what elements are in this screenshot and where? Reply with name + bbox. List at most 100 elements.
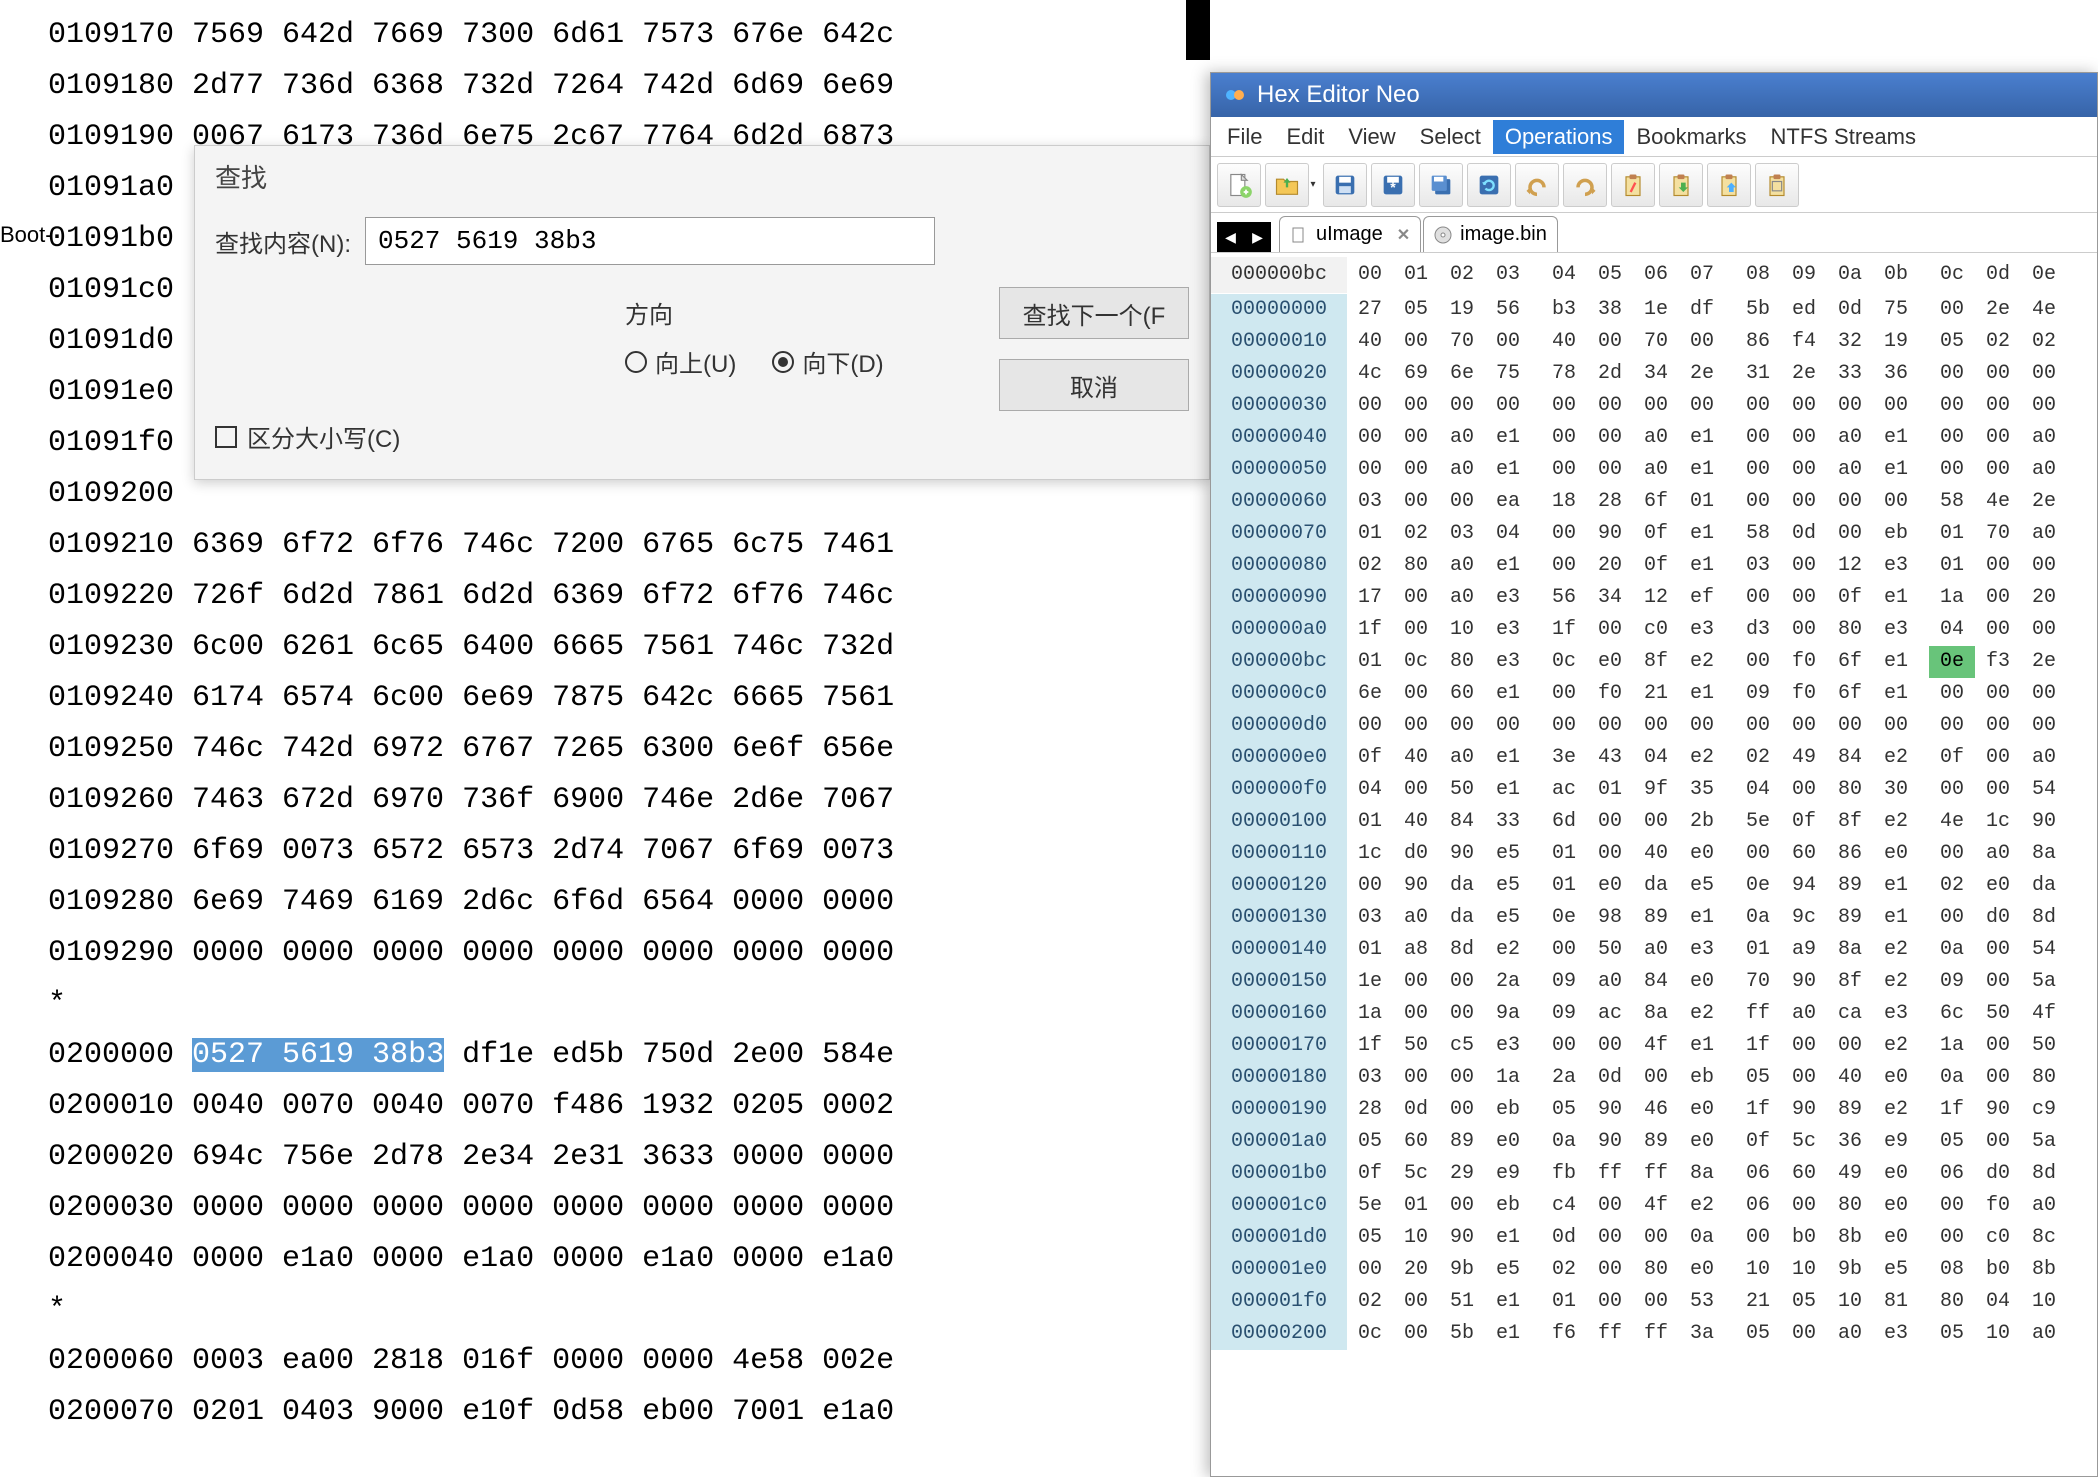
hex-cell[interactable]: 1e [1633, 294, 1679, 326]
hex-cell[interactable]: 35 [1679, 774, 1725, 806]
hex-cell[interactable]: 00 [1929, 454, 1975, 486]
hex-cell[interactable]: 90 [1587, 1094, 1633, 1126]
hex-cell[interactable]: 1a [1929, 1030, 1975, 1062]
hex-cell[interactable]: 00 [1975, 614, 2021, 646]
menu-view[interactable]: View [1336, 120, 1407, 154]
hex-cell[interactable]: e2 [1873, 1094, 1919, 1126]
hex-cell[interactable]: 70 [1975, 518, 2021, 550]
hex-cell[interactable]: a0 [1781, 998, 1827, 1030]
hex-cell[interactable]: 12 [1633, 582, 1679, 614]
hex-cell[interactable]: e1 [1873, 422, 1919, 454]
hex-cell[interactable]: a0 [1827, 1318, 1873, 1350]
hex-cell[interactable]: 90 [1393, 870, 1439, 902]
hex-cell[interactable]: 60 [1393, 1126, 1439, 1158]
hex-cell[interactable]: e5 [1485, 870, 1531, 902]
hex-cell[interactable]: 05 [1393, 294, 1439, 326]
hex-cell[interactable]: 00 [1781, 550, 1827, 582]
hex-cell[interactable]: 0d [1541, 1222, 1587, 1254]
hex-cell[interactable]: eb [1679, 1062, 1725, 1094]
hex-cell[interactable]: eb [1873, 518, 1919, 550]
undo-button[interactable] [1515, 163, 1559, 207]
hex-cell[interactable]: 6f [1827, 646, 1873, 678]
find-input[interactable] [365, 217, 935, 265]
hex-cell[interactable]: 86 [1735, 326, 1781, 358]
hex-cell[interactable]: e2 [1873, 806, 1919, 838]
hex-cell[interactable]: 00 [1587, 806, 1633, 838]
hex-cell[interactable]: 8f [1633, 646, 1679, 678]
hex-cell[interactable]: 02 [1347, 1286, 1393, 1318]
hex-cell[interactable]: 58 [1929, 486, 1975, 518]
hex-cell[interactable]: 00 [1929, 390, 1975, 422]
hex-cell[interactable]: e1 [1679, 454, 1725, 486]
hex-cell[interactable]: e1 [1679, 422, 1725, 454]
hex-cell[interactable]: 00 [1827, 1030, 1873, 1062]
hex-cell[interactable]: c0 [1975, 1222, 2021, 1254]
hex-cell[interactable]: 2e [1679, 358, 1725, 390]
hex-cell[interactable]: e1 [1485, 550, 1531, 582]
hex-cell[interactable]: 9b [1439, 1254, 1485, 1286]
hex-cell[interactable]: e1 [1485, 1318, 1531, 1350]
hex-cell[interactable]: 2e [2021, 486, 2067, 518]
hex-cell[interactable]: a0 [1633, 422, 1679, 454]
hex-cell[interactable]: a0 [1827, 422, 1873, 454]
hex-cell[interactable]: 60 [1439, 678, 1485, 710]
hex-cell[interactable]: 10 [1975, 1318, 2021, 1350]
hex-cell[interactable]: 00 [1679, 390, 1725, 422]
hex-cell[interactable]: 5a [2021, 1126, 2067, 1158]
hex-cell[interactable]: 2d [1587, 358, 1633, 390]
hex-cell[interactable]: eb [1485, 1190, 1531, 1222]
hex-cell[interactable]: e0 [1679, 1126, 1725, 1158]
hex-cell[interactable]: 6d [1541, 806, 1587, 838]
hex-cell[interactable]: 00 [1633, 1222, 1679, 1254]
hex-cell[interactable]: 00 [1735, 454, 1781, 486]
hex-cell[interactable]: 5a [2021, 966, 2067, 998]
hex-cell[interactable]: 8a [1679, 1158, 1725, 1190]
hex-cell[interactable]: 00 [1439, 998, 1485, 1030]
hex-cell[interactable]: 10 [1735, 1254, 1781, 1286]
hex-cell[interactable]: 00 [1735, 1222, 1781, 1254]
hex-cell[interactable]: 02 [1735, 742, 1781, 774]
hex-cell[interactable]: e1 [1873, 646, 1919, 678]
hex-cell[interactable]: 00 [1735, 486, 1781, 518]
hex-cell[interactable]: 00 [1541, 454, 1587, 486]
hex-cell[interactable]: 40 [1393, 806, 1439, 838]
hex-cell[interactable]: 00 [1679, 710, 1725, 742]
hex-editor-titlebar[interactable]: Hex Editor Neo [1211, 73, 2097, 117]
hex-cell[interactable]: ff [1633, 1158, 1679, 1190]
hex-cell[interactable]: 00 [1393, 454, 1439, 486]
hex-cell[interactable]: 00 [1873, 486, 1919, 518]
hex-cell[interactable]: 90 [1439, 1222, 1485, 1254]
hex-cell[interactable]: e2 [1873, 1030, 1919, 1062]
hex-cell[interactable]: e1 [1485, 678, 1531, 710]
hex-cell[interactable]: 1f [1347, 1030, 1393, 1062]
hex-cell[interactable]: 8b [1827, 1222, 1873, 1254]
hex-cell[interactable]: e2 [1679, 646, 1725, 678]
hex-cell[interactable]: 70 [1633, 326, 1679, 358]
hex-cell[interactable]: e1 [1679, 550, 1725, 582]
hex-cell[interactable]: 30 [1873, 774, 1919, 806]
hex-cell[interactable]: 00 [1439, 486, 1485, 518]
tab-uimage[interactable]: uImage✕ [1279, 216, 1421, 252]
tab-image-bin[interactable]: image.bin [1423, 216, 1558, 252]
hex-cell[interactable]: e5 [1485, 1254, 1531, 1286]
hex-cell[interactable]: 00 [1393, 774, 1439, 806]
hex-cell[interactable]: 80 [1827, 1190, 1873, 1222]
hex-cell[interactable]: 00 [1347, 454, 1393, 486]
hex-cell[interactable]: 00 [1393, 998, 1439, 1030]
hex-cell[interactable]: 0f [1781, 806, 1827, 838]
hex-cell[interactable]: 00 [1975, 678, 2021, 710]
hex-cell[interactable]: 00 [1781, 454, 1827, 486]
hex-cell[interactable]: a0 [2021, 422, 2067, 454]
hex-cell[interactable]: 00 [2021, 550, 2067, 582]
hex-cell[interactable]: 00 [1735, 710, 1781, 742]
cancel-button[interactable]: 取消 [999, 359, 1189, 411]
hex-cell[interactable]: 00 [1347, 710, 1393, 742]
hex-cell[interactable]: e1 [1485, 1222, 1531, 1254]
menu-file[interactable]: File [1215, 120, 1274, 154]
hex-cell[interactable]: 01 [1393, 1190, 1439, 1222]
new-file-button[interactable] [1217, 163, 1261, 207]
hex-cell[interactable]: a0 [1975, 838, 2021, 870]
hex-cell[interactable]: ff [1633, 1318, 1679, 1350]
hex-cell[interactable]: e3 [1873, 1318, 1919, 1350]
hex-cell[interactable]: f3 [1975, 646, 2021, 678]
